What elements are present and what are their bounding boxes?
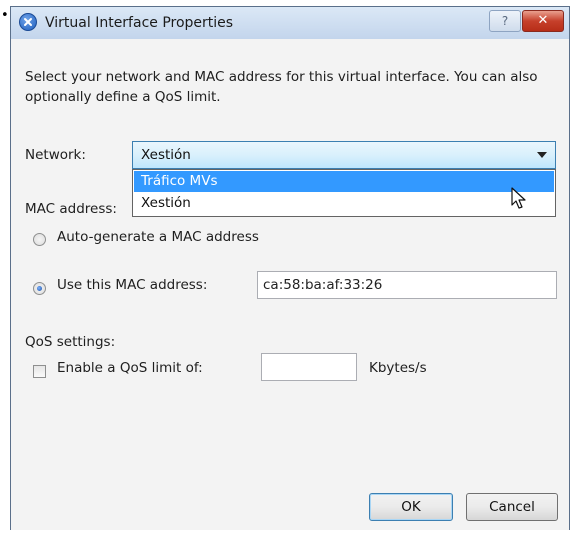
network-label: Network: (25, 147, 86, 163)
network-dropdown[interactable]: Xestión (132, 141, 556, 169)
dialog-body: Select your network and MAC address for … (11, 39, 569, 530)
window-title: Virtual Interface Properties (45, 15, 234, 31)
network-selected-value: Xestión (141, 147, 191, 163)
mac-address-input[interactable]: ca:58:ba:af:33:26 (257, 271, 557, 299)
qos-unit-label: Kbytes/s (369, 360, 427, 376)
description-text: Select your network and MAC address for … (25, 69, 538, 105)
dialog-window: Virtual Interface Properties ? ✕ Select … (10, 6, 570, 530)
qos-section-label: QoS settings: (25, 334, 116, 350)
x-circle-icon (19, 13, 37, 31)
use-mac-radio[interactable] (33, 282, 46, 295)
help-icon[interactable]: ? (489, 10, 521, 32)
network-option-trafico[interactable]: Tráfico MVs (134, 171, 554, 192)
enable-qos-label[interactable]: Enable a QoS limit of: (57, 360, 203, 376)
enable-qos-checkbox[interactable] (33, 365, 46, 378)
auto-generate-mac-label[interactable]: Auto-generate a MAC address (57, 229, 259, 245)
list-bullet: • (1, 8, 9, 23)
network-option-xestion[interactable]: Xestión (134, 193, 554, 214)
network-options-list[interactable]: Tráfico MVs Xestión (132, 169, 556, 217)
chevron-down-icon (537, 152, 547, 158)
use-mac-label[interactable]: Use this MAC address: (57, 277, 207, 293)
mouse-pointer-icon (511, 187, 526, 209)
close-icon[interactable]: ✕ (522, 10, 564, 32)
mac-section-label: MAC address: (25, 201, 117, 217)
x-circle-glyph (24, 18, 32, 26)
ok-button[interactable]: OK (369, 493, 453, 521)
cancel-button[interactable]: Cancel (466, 493, 558, 521)
title-bar[interactable]: Virtual Interface Properties ? ✕ (11, 7, 569, 39)
auto-generate-mac-radio[interactable] (33, 233, 46, 246)
qos-limit-input[interactable] (261, 353, 357, 381)
